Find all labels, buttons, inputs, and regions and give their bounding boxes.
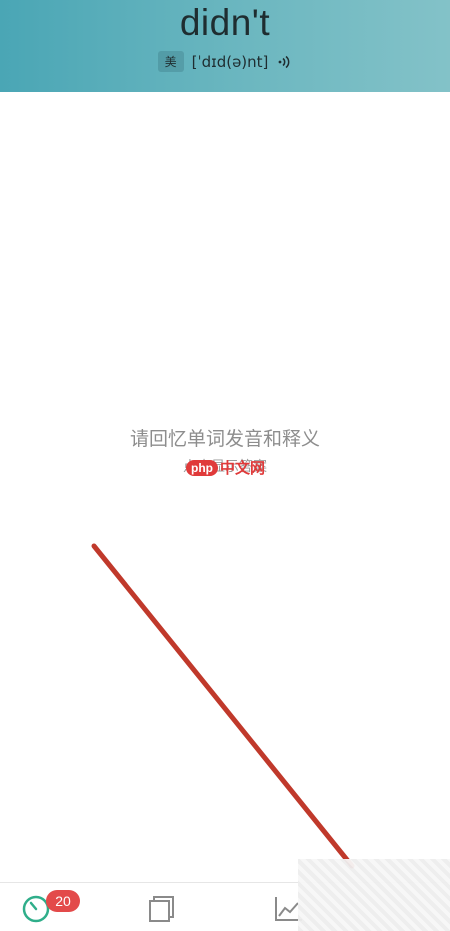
review-count-badge: 20 [46, 890, 80, 912]
word-review-screen: didn't 美 [ˈdɪd(ə)nt] 请回忆单词发音和释义 点击显示答案 p… [0, 0, 450, 931]
blurred-region [298, 859, 450, 931]
cards-icon [149, 896, 174, 922]
annotation-arrow-line [91, 543, 355, 869]
cards-tab[interactable] [143, 891, 179, 925]
